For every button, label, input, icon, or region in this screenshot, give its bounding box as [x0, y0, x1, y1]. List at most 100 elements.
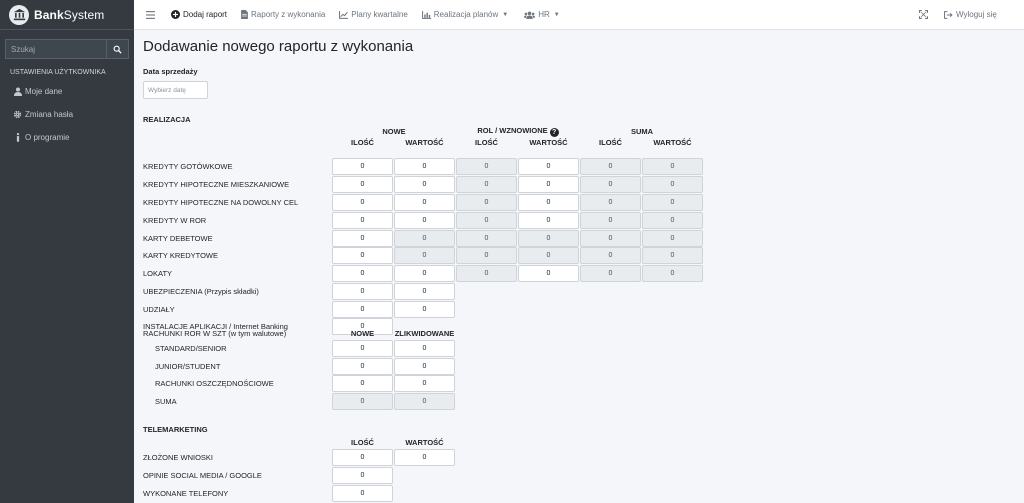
value-cell[interactable]: 0 — [394, 176, 455, 193]
ror-label: RACHUNKI ROR W SZT (w tym walutowe) — [143, 329, 287, 338]
section-title-telemarketing: TELEMARKETING — [143, 425, 208, 434]
value-cell[interactable]: 0 — [332, 212, 393, 229]
row-label: KREDYTY HIPOTECZNE NA DOWOLNY CEL — [143, 198, 299, 207]
value-cell[interactable]: 0 — [394, 265, 455, 282]
sidebar: BankSystem USTAWIENIA UŻYTKOWNIKA Moje d… — [0, 0, 134, 503]
value-cell: 0 — [518, 230, 579, 247]
ror-value-cell[interactable]: 0 — [332, 340, 393, 357]
chart-bar-icon — [421, 10, 431, 19]
value-cell: 0 — [580, 212, 641, 229]
sidebar-search — [5, 39, 129, 59]
subhead-ilosc: ILOŚĆ — [599, 138, 622, 147]
nav-label: Realizacja planów — [433, 10, 499, 19]
value-cell: 0 — [642, 212, 703, 229]
subhead-wartosc: WARTOŚĆ — [653, 138, 692, 147]
tm-head-ilosc: ILOŚĆ — [351, 438, 374, 447]
ror-row-label: RACHUNKI OSZCZĘDNOŚCIOWE — [155, 379, 274, 388]
ror-head-nowe: NOWE — [350, 329, 375, 338]
group-head-suma: SUMA — [630, 127, 654, 136]
top-navbar: Dodaj raport Raporty z wykonania Plany k… — [134, 0, 1024, 30]
value-cell[interactable]: 0 — [332, 230, 393, 247]
value-cell: 0 — [642, 176, 703, 193]
value-cell: 0 — [456, 176, 517, 193]
search-input[interactable] — [5, 39, 106, 59]
value-cell: 0 — [642, 265, 703, 282]
value-cell[interactable]: 0 — [394, 194, 455, 211]
ror-row-label: SUMA — [155, 397, 177, 406]
nav-label: HR — [538, 10, 550, 19]
search-button[interactable] — [106, 39, 129, 59]
tm-value-cell[interactable]: 0 — [394, 449, 455, 466]
value-cell[interactable]: 0 — [518, 158, 579, 175]
nav-plany-kwartalne[interactable]: Plany kwartalne — [339, 0, 408, 30]
value-cell: 0 — [456, 158, 517, 175]
value-cell[interactable]: 0 — [332, 194, 393, 211]
value-cell[interactable]: 0 — [332, 283, 393, 300]
brand[interactable]: BankSystem — [0, 0, 134, 30]
ror-value-cell: 0 — [394, 393, 455, 410]
value-cell: 0 — [456, 230, 517, 247]
user-icon — [12, 87, 23, 96]
value-cell[interactable]: 0 — [332, 176, 393, 193]
value-cell[interactable]: 0 — [394, 212, 455, 229]
value-cell[interactable]: 0 — [518, 194, 579, 211]
date-picker-input[interactable] — [143, 81, 208, 99]
subhead-wartosc: WARTOŚĆ — [529, 138, 568, 147]
page-title: Dodawanie nowego raportu z wykonania — [143, 38, 414, 55]
chevron-down-icon: ▼ — [502, 11, 509, 18]
row-label: KREDYTY GOTÓWKOWE — [143, 162, 233, 171]
sidebar-item-o-programie[interactable]: O programie — [0, 126, 134, 148]
nav-label: Plany kwartalne — [351, 10, 408, 19]
logout-label: Wyloguj się — [956, 10, 997, 19]
nav-realizacja-planow[interactable]: Realizacja planów ▼ — [421, 0, 509, 30]
value-cell: 0 — [580, 176, 641, 193]
value-cell: 0 — [394, 247, 455, 264]
ror-value-cell[interactable]: 0 — [394, 358, 455, 375]
row-label: KARTY KREDYTOWE — [143, 251, 219, 260]
fullscreen-button[interactable] — [919, 0, 928, 30]
expand-icon — [919, 10, 928, 19]
value-cell: 0 — [580, 158, 641, 175]
sidebar-item-moje-dane[interactable]: Moje dane — [0, 80, 134, 102]
nav-raporty-z-wykonania[interactable]: Raporty z wykonania — [241, 0, 325, 30]
tm-value-cell[interactable]: 0 — [332, 467, 393, 484]
nav-hr[interactable]: HR ▼ — [524, 0, 560, 30]
group-head-rol: ROL / WZNOWIONE? — [456, 126, 580, 137]
row-label: KARTY DEBETOWE — [143, 234, 213, 243]
tm-value-cell[interactable]: 0 — [332, 449, 393, 466]
value-cell: 0 — [580, 194, 641, 211]
ror-value-cell[interactable]: 0 — [394, 340, 455, 357]
value-cell[interactable]: 0 — [394, 283, 455, 300]
sidebar-item-zmiana-hasla[interactable]: Zmiana hasła — [0, 103, 134, 125]
gear-icon — [12, 110, 23, 119]
nav-dodaj-raport[interactable]: Dodaj raport — [171, 0, 227, 30]
sidebar-item-label: Zmiana hasła — [25, 109, 74, 119]
value-cell: 0 — [580, 265, 641, 282]
value-cell[interactable]: 0 — [518, 265, 579, 282]
ror-value-cell[interactable]: 0 — [394, 375, 455, 392]
bank-logo-icon — [9, 4, 29, 25]
value-cell[interactable]: 0 — [332, 301, 393, 318]
value-cell[interactable]: 0 — [332, 158, 393, 175]
hamburger-icon — [146, 10, 155, 19]
ror-value-cell[interactable]: 0 — [332, 375, 393, 392]
menu-toggle-button[interactable] — [146, 0, 155, 30]
subhead-wartosc: WARTOŚĆ — [405, 138, 444, 147]
value-cell: 0 — [642, 230, 703, 247]
logout-button[interactable]: Wyloguj się — [944, 0, 997, 30]
ror-value-cell[interactable]: 0 — [332, 358, 393, 375]
ror-row-label: JUNIOR/STUDENT — [155, 362, 221, 371]
value-cell[interactable]: 0 — [332, 247, 393, 264]
help-icon[interactable]: ? — [549, 128, 559, 137]
value-cell[interactable]: 0 — [518, 212, 579, 229]
sidebar-item-label: Moje dane — [25, 86, 63, 96]
value-cell: 0 — [642, 158, 703, 175]
sidebar-item-label: O programie — [25, 132, 70, 142]
value-cell[interactable]: 0 — [394, 158, 455, 175]
value-cell[interactable]: 0 — [394, 301, 455, 318]
value-cell: 0 — [580, 230, 641, 247]
value-cell[interactable]: 0 — [518, 176, 579, 193]
value-cell[interactable]: 0 — [332, 265, 393, 282]
row-label: UBEZPIECZENIA (Przypis składki) — [143, 287, 259, 296]
tm-value-cell[interactable]: 0 — [332, 485, 393, 502]
